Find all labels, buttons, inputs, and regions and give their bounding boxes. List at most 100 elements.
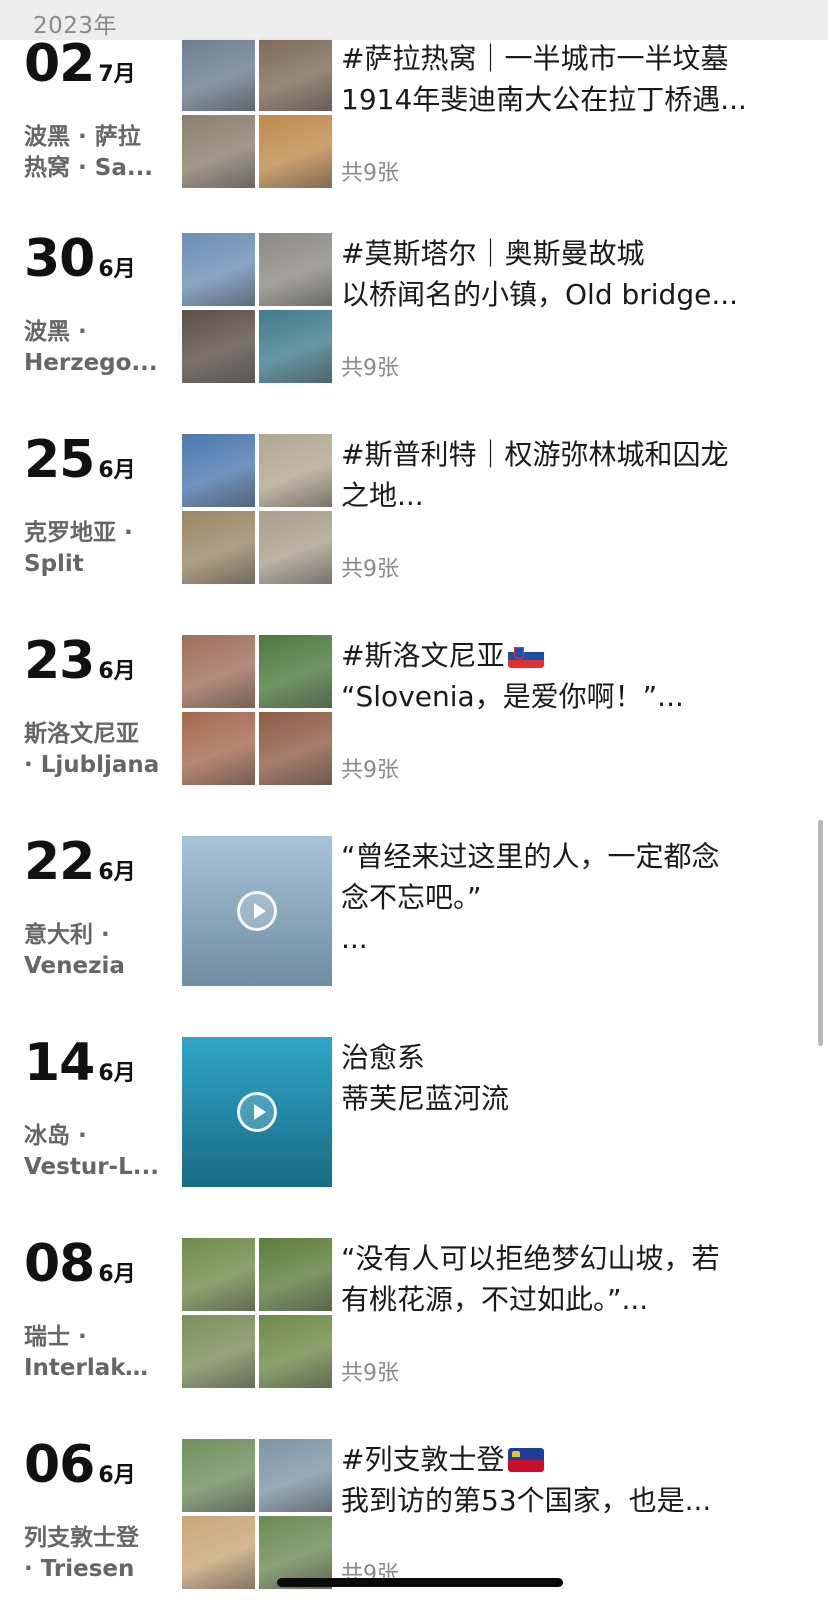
moment-entry[interactable]: 30 6月波黑 · Herzego... #莫斯塔尔｜奥斯曼故城 以桥闻名的小镇，Old…: [0, 233, 828, 423]
home-indicator[interactable]: [277, 1578, 563, 1587]
photo-thumbnail[interactable]: [182, 115, 255, 188]
location-line: Split: [24, 551, 84, 577]
caption-text: #斯洛文尼亚: [341, 639, 505, 672]
entry-location[interactable]: 波黑 · Herzego...: [24, 317, 160, 379]
photo-thumbnail[interactable]: [259, 38, 332, 111]
photo-thumbnail[interactable]: [182, 1238, 255, 1311]
photo-thumbnail[interactable]: [259, 233, 332, 306]
caption-line: “Slovenia，是爱你啊！”...: [341, 676, 801, 717]
caption-line: ...: [341, 918, 801, 959]
caption-text: 1914年斐迪南大公在拉丁桥遇...: [341, 83, 747, 116]
date-day: 06: [24, 1435, 95, 1495]
video-thumbnail[interactable]: [182, 1037, 332, 1187]
date-day: 08: [24, 1234, 95, 1294]
caption-line: 蒂芙尼蓝河流: [341, 1078, 801, 1119]
entry-caption[interactable]: 治愈系 蒂芙尼蓝河流: [341, 1037, 801, 1119]
location-line: 波黑 · 萨拉: [24, 124, 141, 150]
caption-text: #列支敦士登: [341, 1443, 505, 1476]
caption-line: 1914年斐迪南大公在拉丁桥遇...: [341, 79, 801, 120]
entry-date: 08 6月: [24, 1238, 136, 1298]
date-month: 6月: [98, 1463, 136, 1488]
entry-caption[interactable]: #莫斯塔尔｜奥斯曼故城 以桥闻名的小镇，Old bridge...: [341, 233, 801, 315]
date-month: 6月: [98, 1061, 136, 1086]
caption-text: “Slovenia，是爱你啊！”...: [341, 680, 684, 713]
photo-grid[interactable]: [182, 233, 332, 383]
photo-thumbnail[interactable]: [182, 233, 255, 306]
timeline-feed: 02 7月波黑 · 萨拉 热窝 · Sa... #萨拉热窝｜一半城市一半坟墓 1914年…: [0, 0, 828, 1606]
date-month: 7月: [98, 62, 136, 87]
photo-thumbnail[interactable]: [182, 712, 255, 785]
date-day: 30: [24, 229, 95, 289]
caption-line: 有桃花源，不过如此。”...: [341, 1279, 801, 1320]
photo-thumbnail[interactable]: [259, 1439, 332, 1512]
entry-date: 02 7月: [24, 38, 136, 98]
photo-thumbnail[interactable]: [259, 1238, 332, 1311]
entry-location[interactable]: 意大利 · Venezia: [24, 920, 160, 982]
photo-thumbnail[interactable]: [259, 511, 332, 584]
moment-entry[interactable]: 02 7月波黑 · 萨拉 热窝 · Sa... #萨拉热窝｜一半城市一半坟墓 1914年…: [0, 38, 828, 228]
date-month: 6月: [98, 659, 136, 684]
entry-caption[interactable]: #斯洛文尼亚 “Slovenia，是爱你啊！”...: [341, 635, 801, 717]
location-line: · Triesen: [24, 1556, 135, 1582]
caption-line: 以桥闻名的小镇，Old bridge...: [341, 274, 801, 315]
date-day: 25: [24, 430, 95, 490]
moment-entry[interactable]: 08 6月瑞士 · Interlake... “没有人可以拒绝梦幻山坡，若 有桃花源，不…: [0, 1238, 828, 1428]
photo-grid[interactable]: [182, 1439, 332, 1589]
scrollbar[interactable]: [818, 820, 823, 1046]
photo-grid[interactable]: [182, 434, 332, 584]
caption-text: ...: [341, 922, 368, 955]
caption-text: 有桃花源，不过如此。”...: [341, 1283, 649, 1316]
photo-thumbnail[interactable]: [259, 115, 332, 188]
entry-location[interactable]: 列支敦士登 · Triesen: [24, 1523, 160, 1585]
photo-thumbnail[interactable]: [182, 511, 255, 584]
entry-date: 30 6月: [24, 233, 136, 293]
entry-caption[interactable]: #萨拉热窝｜一半城市一半坟墓 1914年斐迪南大公在拉丁桥遇...: [341, 38, 801, 120]
photo-thumbnail[interactable]: [182, 1516, 255, 1589]
moment-entry[interactable]: 22 6月 意大利 · Venezia “曾经来过这里的人，一定都念 念不忘吧。”...: [0, 836, 828, 1026]
entry-caption[interactable]: #斯普利特｜权游弥林城和囚龙 之地...: [341, 434, 801, 516]
photo-thumbnail[interactable]: [182, 434, 255, 507]
photo-thumbnail[interactable]: [259, 635, 332, 708]
location-line: 冰岛 ·: [24, 1123, 87, 1149]
date-day: 22: [24, 832, 95, 892]
entry-caption[interactable]: #列支敦士登我到访的第53个国家，也是...: [341, 1439, 801, 1521]
photo-grid[interactable]: [182, 635, 332, 785]
location-line: 波黑 ·: [24, 319, 87, 345]
photo-thumbnail[interactable]: [259, 310, 332, 383]
photo-thumbnail[interactable]: [182, 310, 255, 383]
video-thumbnail[interactable]: [182, 836, 332, 986]
caption-line: 我到访的第53个国家，也是...: [341, 1480, 801, 1521]
photo-thumbnail[interactable]: [182, 1315, 255, 1388]
entry-caption[interactable]: “曾经来过这里的人，一定都念 念不忘吧。”...: [341, 836, 801, 959]
photo-thumbnail[interactable]: [182, 635, 255, 708]
date-month: 6月: [98, 860, 136, 885]
moment-entry[interactable]: 14 6月 冰岛 · Vestur-L... 治愈系 蒂芙尼蓝河流: [0, 1037, 828, 1227]
entry-location[interactable]: 波黑 · 萨拉 热窝 · Sa...: [24, 122, 160, 184]
photo-thumbnail[interactable]: [259, 434, 332, 507]
photo-grid[interactable]: [182, 38, 332, 188]
play-icon[interactable]: [237, 891, 277, 931]
entry-location[interactable]: 克罗地亚 · Split: [24, 518, 160, 580]
caption-text: 我到访的第53个国家，也是...: [341, 1484, 712, 1517]
year-label: 2023年: [33, 13, 118, 39]
moment-entry[interactable]: 25 6月 克罗地亚 · Split #斯普利特｜权游弥林城和囚龙 之地... 共9张: [0, 434, 828, 624]
entry-location[interactable]: 斯洛文尼亚 · Ljubljana: [24, 719, 160, 781]
photo-grid[interactable]: [182, 1238, 332, 1388]
date-month: 6月: [98, 257, 136, 282]
slovenia-flag-icon: [508, 644, 545, 668]
moment-entry[interactable]: 23 6月 斯洛文尼亚 · Ljubljana #斯洛文尼亚 “Slovenia，是爱你啊…: [0, 635, 828, 825]
photo-thumbnail[interactable]: [182, 38, 255, 111]
entry-location[interactable]: 冰岛 · Vestur-L...: [24, 1121, 160, 1183]
entry-location[interactable]: 瑞士 · Interlake...: [24, 1322, 160, 1384]
photo-thumbnail[interactable]: [182, 1439, 255, 1512]
play-icon[interactable]: [237, 1092, 277, 1132]
photo-thumbnail[interactable]: [259, 1315, 332, 1388]
photo-thumbnail[interactable]: [259, 712, 332, 785]
caption-text: 念不忘吧。”: [341, 881, 482, 914]
caption-line: #斯洛文尼亚: [341, 635, 801, 676]
date-month: 6月: [98, 458, 136, 483]
photo-count: 共9张: [341, 1361, 399, 1386]
entry-caption[interactable]: “没有人可以拒绝梦幻山坡，若 有桃花源，不过如此。”...: [341, 1238, 801, 1320]
location-line: Interlake...: [24, 1355, 160, 1381]
caption-text: 蒂芙尼蓝河流: [341, 1082, 510, 1115]
